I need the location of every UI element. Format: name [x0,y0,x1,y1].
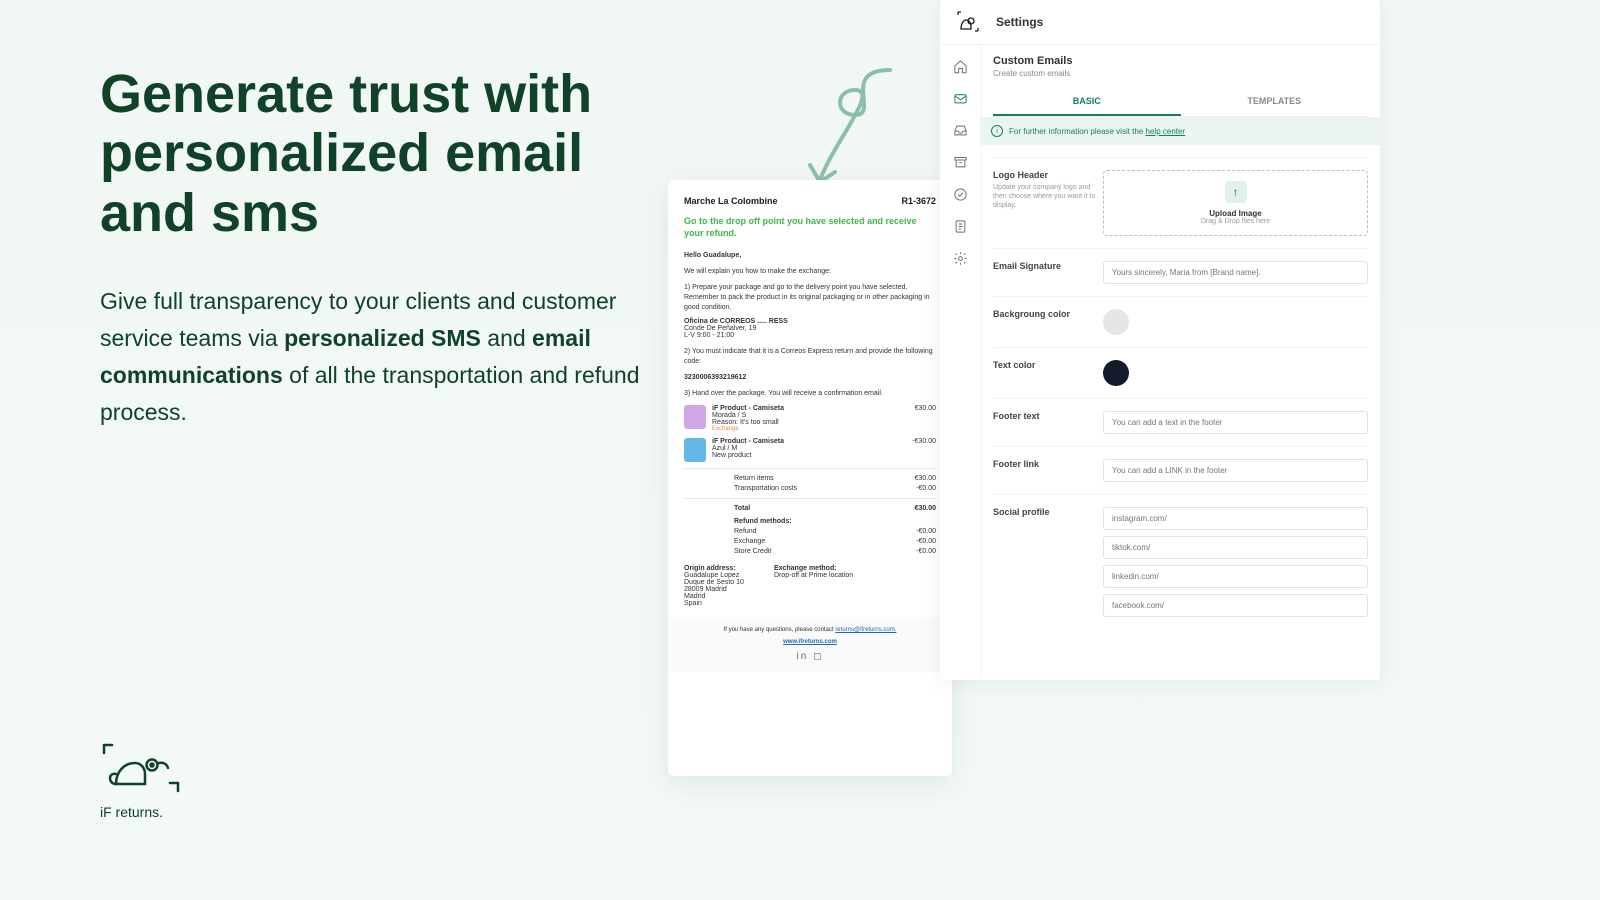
nav-settings-icon[interactable] [951,249,969,267]
help-center-link[interactable]: help center [1146,127,1186,136]
email-step-2: 2) You must indicate that it is a Correo… [684,347,936,367]
email-headline: Go to the drop off point you have select… [684,216,936,239]
footer-link-label: Footer link [993,459,1103,482]
office-address: Conde De Peñalver, 19 [684,325,936,332]
social-label: Social profile [993,507,1103,617]
sidebar-nav [940,45,981,680]
signature-input[interactable] [1103,261,1368,284]
merchant-name: Marche La Colombine [684,196,778,206]
nav-reports-icon[interactable] [951,217,969,235]
office-name: Oficina de CORREOS ..... RESS [684,318,936,325]
section-sub: Create custom emails [993,69,1368,78]
nav-inbox-icon[interactable] [951,121,969,139]
product-row: iF Product - Camiseta Morada / S Reason:… [684,405,936,432]
product-row: iF Product - Camiseta Azul / M New produ… [684,438,936,462]
tab-templates[interactable]: TEMPLATES [1181,88,1369,116]
footer-text-label: Footer text [993,411,1103,434]
settings-panel: Settings Custom Emails Create custom ema… [940,0,1380,680]
upload-icon: ↑ [1225,181,1247,203]
email-step-3: 3) Hand over the package. You will recei… [684,389,936,399]
marketing-headline: Generate trust with personalized email a… [100,65,640,243]
return-ref: R1-3672 [901,196,936,206]
marketing-body: Give full transparency to your clients a… [100,283,640,430]
chameleon-logo-icon [100,743,180,793]
info-icon: i [991,125,1003,137]
nav-mail-icon[interactable] [951,89,969,107]
social-facebook-input[interactable] [1103,594,1368,617]
logo-upload-zone[interactable]: ↑ Upload Image Drag & Drop files here [1103,170,1368,236]
curved-arrow-icon [780,60,910,200]
section-heading: Custom Emails [993,55,1368,67]
logo-header-label: Logo Header [993,170,1103,180]
marketing-copy: Generate trust with personalized email a… [100,65,640,430]
social-linkedin-input[interactable] [1103,565,1368,588]
office-hours: L-V 9:00 - 21:00 [684,332,936,339]
email-preview-card: Marche La Colombine R1-3672 Go to the dr… [668,180,952,776]
email-intro: We will explain you how to make the exch… [684,267,936,277]
bg-color-label: Backgroung color [993,309,1103,335]
footer-email-link[interactable]: returns@ifreturns.com. [835,627,896,633]
tracking-code: 3230006393219612 [684,373,936,383]
tab-basic[interactable]: BASIC [993,88,1181,116]
info-banner: i For further information please visit t… [981,117,1380,145]
product-thumb-icon [684,405,706,429]
logo-header-desc: Update your company logo and then choose… [993,183,1103,210]
signature-label: Email Signature [993,261,1103,284]
text-color-label: Text color [993,360,1103,386]
nav-home-icon[interactable] [951,57,969,75]
brand-name: iF returns. [100,804,180,820]
brand-block: iF returns. [100,743,180,820]
exchange-method: Exchange method: Drop-off at Prime locat… [774,565,853,607]
email-greeting: Hello Guadalupe, [684,251,936,261]
text-color-swatch[interactable] [1103,360,1129,386]
origin-address: Origin address: Guadalupe Lopez Duque de… [684,565,744,607]
bg-color-swatch[interactable] [1103,309,1129,335]
linkedin-icon[interactable]: in [797,651,809,662]
footer-link-input[interactable] [1103,459,1368,482]
footer-site-link[interactable]: www.ifreturns.com [672,639,948,645]
nav-archive-icon[interactable] [951,153,969,171]
chameleon-logo-icon [956,10,980,34]
social-instagram-input[interactable] [1103,507,1368,530]
product-thumb-icon [684,438,706,462]
page-title: Settings [996,15,1043,29]
email-footer: If you have any questions, please contac… [668,617,952,672]
instagram-icon[interactable]: ◻ [813,651,823,662]
nav-check-icon[interactable] [951,185,969,203]
social-tiktok-input[interactable] [1103,536,1368,559]
email-step-1: 1) Prepare your package and go to the de… [684,283,936,312]
footer-text-input[interactable] [1103,411,1368,434]
